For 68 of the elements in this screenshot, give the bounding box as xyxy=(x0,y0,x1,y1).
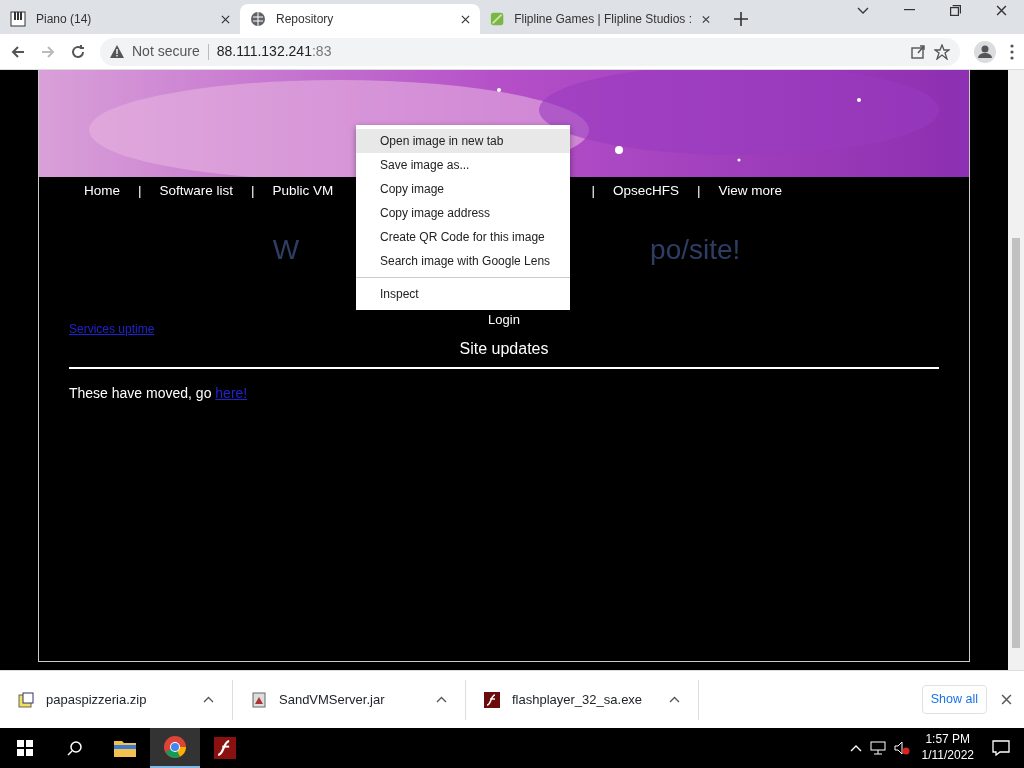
minimize-icon[interactable] xyxy=(903,9,915,11)
reload-icon[interactable] xyxy=(70,43,86,60)
browser-tab[interactable]: Repository xyxy=(240,4,480,34)
speaker-muted-icon[interactable] xyxy=(893,741,910,755)
menu-item[interactable]: Create QR Code for this image xyxy=(356,225,570,249)
back-icon[interactable] xyxy=(10,43,26,60)
leaf-icon xyxy=(490,11,505,27)
menu-item[interactable]: Copy image address xyxy=(356,201,570,225)
download-item[interactable]: papaspizzeria.zip xyxy=(0,679,233,720)
clock[interactable]: 1:57 PM 1/11/2022 xyxy=(921,732,974,764)
menu-item[interactable]: Save image as... xyxy=(356,153,570,177)
menu-item[interactable]: Copy image xyxy=(356,177,570,201)
windows-icon[interactable] xyxy=(17,740,33,756)
star-icon[interactable] xyxy=(934,43,950,60)
scrollbar-thumb[interactable] xyxy=(1012,238,1020,648)
menu-item[interactable]: Inspect xyxy=(356,282,570,306)
close-icon[interactable] xyxy=(461,14,470,24)
moved-text: These have moved, go here! xyxy=(69,384,249,404)
nav-link[interactable]: View more xyxy=(709,181,791,202)
close-icon[interactable] xyxy=(702,14,710,24)
chevron-down-icon[interactable] xyxy=(857,6,869,14)
file-icon xyxy=(251,691,267,708)
menu-item[interactable]: Search image with Google Lens xyxy=(356,249,570,273)
nav-separator: | xyxy=(695,182,702,200)
chevron-up-icon[interactable] xyxy=(849,744,862,752)
caret-icon[interactable] xyxy=(436,696,447,703)
restore-icon[interactable] xyxy=(949,4,961,16)
browser-tab[interactable]: Flipline Games | Flipline Studios : xyxy=(480,4,720,34)
globe-icon xyxy=(250,11,266,27)
network-icon[interactable] xyxy=(869,741,886,755)
caret-icon[interactable] xyxy=(669,696,680,703)
nav-link[interactable]: Home xyxy=(75,181,129,202)
nav-separator: | xyxy=(137,182,143,200)
archive-icon xyxy=(18,691,34,708)
security-label: Not secure xyxy=(132,42,200,61)
flash-icon xyxy=(484,691,500,708)
taskbar-app[interactable] xyxy=(150,728,200,768)
search-icon[interactable] xyxy=(67,740,83,756)
share-icon[interactable] xyxy=(911,44,926,59)
close-icon[interactable] xyxy=(995,4,1007,16)
warning-icon xyxy=(110,45,124,58)
section-title: Site updates xyxy=(459,340,549,358)
chrome-icon xyxy=(164,736,186,758)
download-item[interactable]: SandVMServer.jar xyxy=(233,679,466,720)
login-text: Login xyxy=(488,312,520,328)
heading-text: W xyxy=(272,233,300,268)
browser-tab[interactable]: Piano (14) xyxy=(0,4,240,34)
piano-icon xyxy=(10,11,26,27)
notification-icon[interactable] xyxy=(992,740,1010,756)
address-bar[interactable]: Not secure 88.111.132.241:83 xyxy=(100,37,960,66)
download-item[interactable]: flashplayer_32_sa.exe xyxy=(466,679,699,720)
close-icon[interactable] xyxy=(221,14,230,24)
menu-item[interactable]: Open image in new tab xyxy=(356,129,570,153)
nav-link[interactable]: Public VM xyxy=(263,181,343,202)
nav-link[interactable]: Software list xyxy=(150,181,243,202)
url-text: 88.111.132.241:83 xyxy=(216,42,332,61)
profile-icon[interactable] xyxy=(974,40,996,63)
flash-icon xyxy=(214,737,236,759)
nav-separator: | xyxy=(590,182,596,200)
nav-link[interactable]: OpsecHFS xyxy=(603,181,688,202)
show-all-button[interactable]: Show all xyxy=(921,685,987,714)
caret-icon[interactable] xyxy=(203,696,214,703)
nav-separator: | xyxy=(250,182,256,200)
menu-icon[interactable] xyxy=(1010,43,1014,60)
new-tab-icon[interactable] xyxy=(734,12,748,26)
heading-text: po/site! xyxy=(650,233,741,268)
close-icon[interactable] xyxy=(1001,694,1012,705)
folder-icon xyxy=(114,739,136,757)
